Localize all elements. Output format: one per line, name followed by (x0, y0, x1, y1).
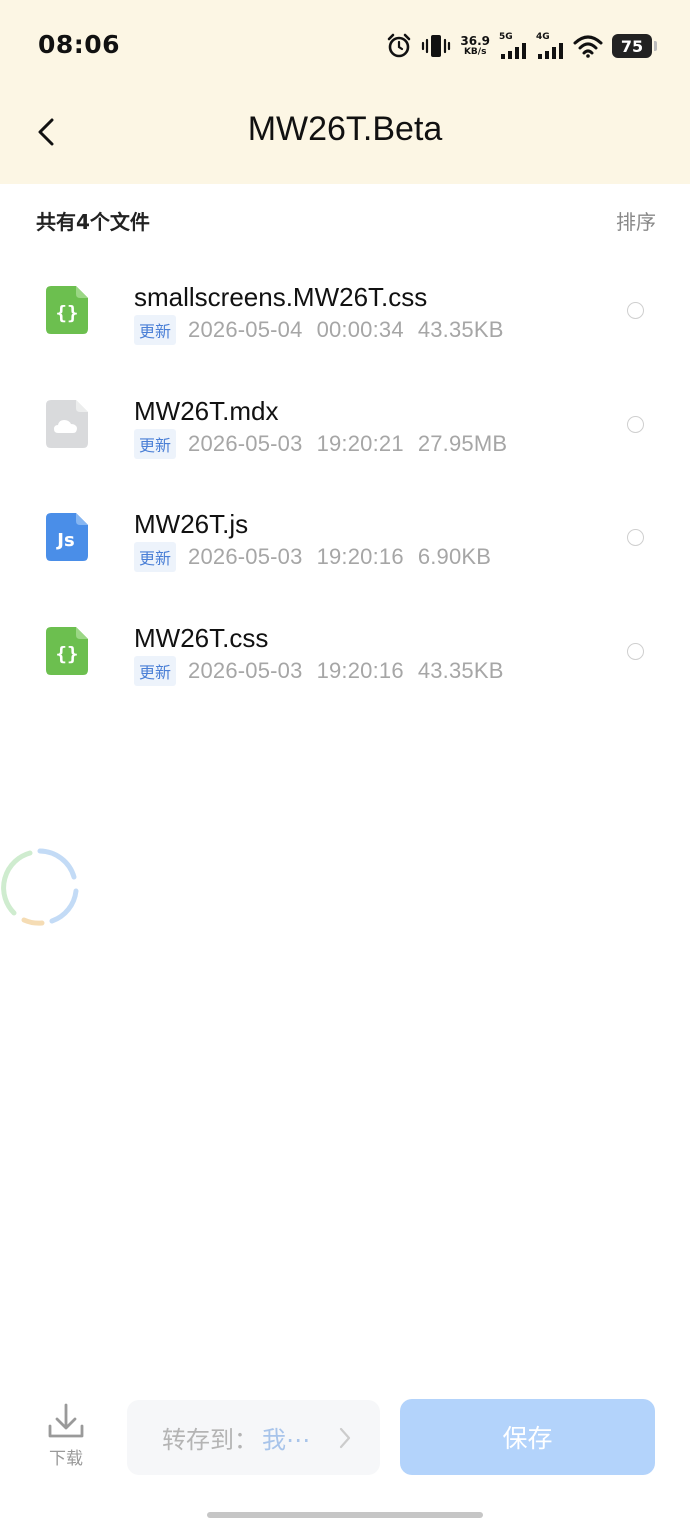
signal-5g-label: 5G (499, 32, 513, 42)
file-meta: 更新 2026-05-03 19:20:16 6.90KB (134, 542, 492, 572)
file-size: 43.35KB (417, 317, 504, 342)
vibrate-icon (422, 35, 451, 57)
file-list: {} smallscreens.MW26T.css 更新 2026-05-04 … (0, 254, 690, 708)
net-speed-unit: KB/s (463, 47, 487, 57)
file-row[interactable]: MW26T.mdx 更新 2026-05-03 19:20:21 27.95MB (0, 368, 690, 482)
save-to-value: 我⋯ (262, 1426, 310, 1454)
file-name: MW26T.css (134, 622, 269, 653)
battery-level: 75 (620, 36, 644, 56)
file-row[interactable]: Js MW26T.js 更新 2026-05-03 19:20:16 6.90K… (0, 481, 690, 595)
file-date: 2026-05-03 (188, 430, 303, 456)
select-radio[interactable] (627, 415, 644, 433)
page-title: MW26T.Beta (247, 110, 443, 148)
update-tag: 更新 (134, 315, 177, 345)
status-icons: 36.9 KB/s 5G 4G 75 (386, 30, 657, 62)
file-size: 27.95MB (417, 430, 508, 456)
file-name: MW26T.js (134, 509, 249, 539)
status-time: 08:06 (38, 30, 121, 59)
select-radio[interactable] (627, 642, 644, 660)
net-speed-value: 36.9 (460, 34, 490, 48)
download-label: 下载 (49, 1449, 83, 1469)
file-meta: 更新 2026-05-04 00:00:34 43.35KB (134, 315, 504, 345)
app-root: 08:06 36.9 KB/s 5G 4G 75 MW26T.Beta 共有4个… (0, 0, 690, 1533)
loading-spinner-icon (1, 848, 79, 926)
signal-4g-label: 4G (536, 32, 550, 42)
signal-5g: 5G (499, 32, 527, 59)
alarm-icon (388, 33, 411, 58)
file-time: 19:20:16 (316, 544, 404, 569)
svg-text:{}: {} (56, 643, 79, 665)
save-button[interactable]: 保存 (400, 1399, 655, 1475)
update-tag: 更新 (134, 428, 177, 459)
file-date: 2026-05-04 (188, 317, 303, 342)
chevron-right-icon (339, 1427, 351, 1449)
select-radio[interactable] (627, 529, 644, 546)
file-row[interactable]: {} smallscreens.MW26T.css 更新 2026-05-04 … (0, 254, 690, 368)
signal-4g: 4G (536, 32, 564, 59)
top-area: 08:06 36.9 KB/s 5G 4G 75 MW26T.Beta (0, 0, 690, 184)
file-time: 19:20:21 (316, 430, 404, 456)
save-to-label: 转存到： (162, 1426, 258, 1454)
save-to-selector[interactable]: 转存到： 我⋯ (127, 1400, 380, 1475)
file-row[interactable]: {} MW26T.css 更新 2026-05-03 19:20:16 43.3… (0, 595, 690, 709)
net-speed: 36.9 KB/s (460, 35, 490, 57)
battery-icon: 75 (612, 34, 657, 58)
file-meta: 更新 2026-05-03 19:20:21 27.95MB (134, 428, 508, 459)
file-date: 2026-05-03 (188, 544, 303, 569)
file-size: 6.90KB (417, 544, 492, 569)
file-meta: 更新 2026-05-03 19:20:16 43.35KB (134, 655, 504, 686)
file-name: MW26T.mdx (134, 395, 279, 426)
signal-icon (501, 43, 526, 59)
list-header: 共有4个文件 排序 (36, 205, 656, 235)
cloud-file-icon (46, 399, 88, 448)
js-file-icon: Js (46, 513, 88, 561)
download-icon (48, 1403, 84, 1438)
sort-button[interactable]: 排序 (616, 206, 656, 235)
file-time: 00:00:34 (316, 317, 404, 342)
wifi-icon (573, 35, 603, 58)
code-file-icon: {} (46, 286, 88, 334)
home-indicator[interactable] (207, 1512, 483, 1518)
code-file-icon: {} (46, 626, 88, 675)
svg-text:Js: Js (55, 530, 74, 551)
svg-text:{}: {} (56, 302, 79, 324)
file-time: 19:20:16 (316, 657, 404, 683)
download-button[interactable]: 下载 (40, 1402, 92, 1474)
file-size: 43.35KB (417, 657, 504, 683)
file-name: smallscreens.MW26T.css (134, 282, 428, 312)
update-tag: 更新 (134, 542, 177, 572)
signal-icon (538, 43, 563, 59)
update-tag: 更新 (134, 655, 177, 686)
select-radio[interactable] (627, 302, 644, 319)
file-date: 2026-05-03 (188, 657, 303, 683)
file-count: 共有4个文件 (36, 209, 150, 234)
